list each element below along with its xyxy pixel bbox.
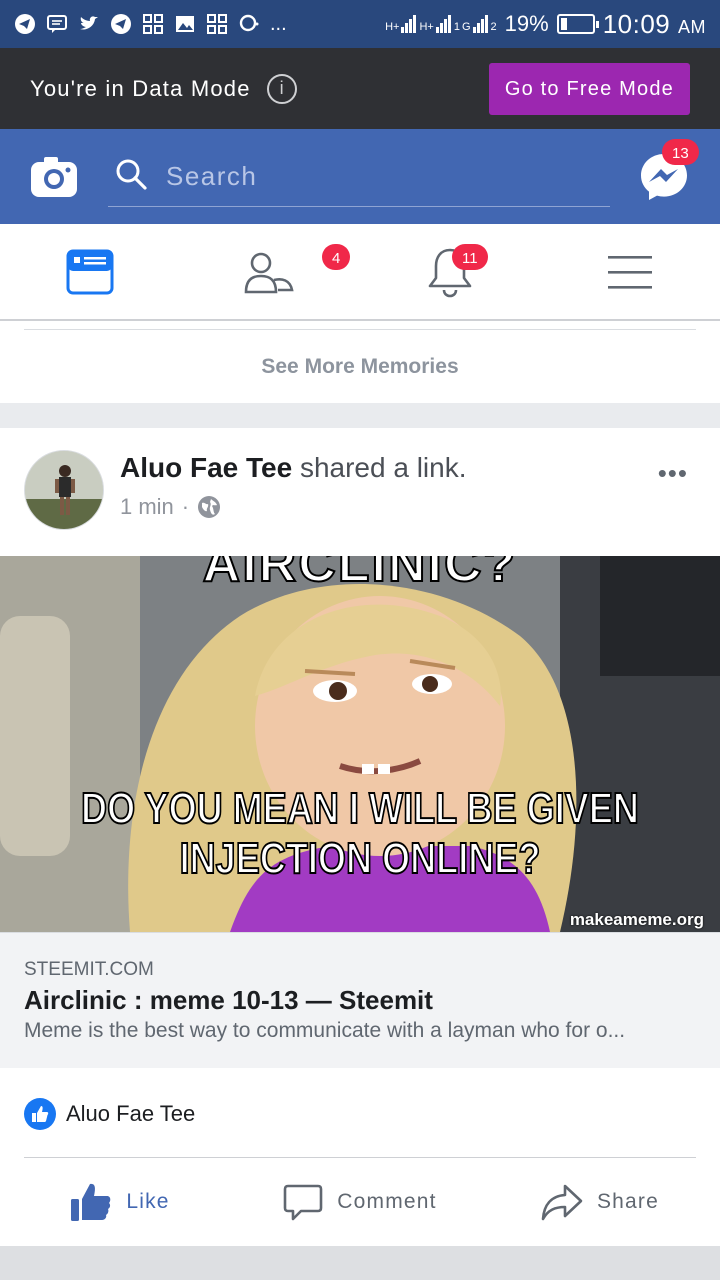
author-name[interactable]: Aluo Fae Tee: [120, 452, 292, 483]
tab-friends[interactable]: 4: [180, 224, 360, 319]
meta-separator: ·: [181, 494, 190, 519]
post-time[interactable]: 1 min: [120, 494, 174, 520]
message-icon: [46, 13, 68, 35]
like-reaction-icon: [24, 1098, 56, 1130]
clock: 10:09 AM: [602, 8, 706, 39]
link-description: Meme is the best way to communicate with…: [24, 1019, 626, 1042]
link-preview[interactable]: STEEMIT.COM Airclinic : meme 10-13 — Ste…: [0, 932, 720, 1068]
thumbs-up-icon: [71, 1183, 111, 1221]
messenger-button[interactable]: 13: [638, 138, 699, 203]
avatar[interactable]: [24, 450, 104, 530]
friends-icon: [244, 252, 294, 293]
notifications-badge: 11: [452, 244, 488, 270]
image-icon: [174, 13, 196, 35]
see-more-memories-link[interactable]: See More Memories: [0, 355, 720, 379]
like-label: Like: [126, 1190, 170, 1213]
info-icon[interactable]: i: [266, 73, 297, 104]
camera-icon[interactable]: [30, 156, 78, 198]
post-options-button[interactable]: •••: [658, 458, 688, 489]
messenger-badge: 13: [662, 138, 699, 165]
meme-bottom-text: DO YOU MEAN I WILL BE GIVEN INJECTION ON…: [65, 783, 655, 884]
data-mode-bar: You're in Data Mode i Go to Free Mode: [0, 48, 720, 129]
link-domain: STEEMIT.COM: [24, 959, 154, 980]
post-action: shared a link.: [292, 452, 467, 483]
meme-top-text: AIRCLINIC?: [202, 556, 518, 594]
top-header: Search 13: [0, 129, 720, 224]
like-button[interactable]: Like: [0, 1168, 240, 1236]
nav-tabs: 4 11: [0, 224, 720, 321]
feed-post: Aluo Fae Tee shared a link. 1 min · •••: [0, 428, 720, 1246]
comment-label: Comment: [337, 1190, 437, 1213]
post-header: Aluo Fae Tee shared a link.: [120, 452, 467, 484]
globe-icon: [198, 496, 221, 518]
link-title: Airclinic : meme 10-13 — Steemit: [24, 985, 433, 1015]
meme-bottom-line-2: INJECTION ONLINE?: [179, 833, 541, 884]
news-feed-icon: [66, 249, 114, 294]
chat-bubble-icon: [238, 13, 260, 35]
post-meta: 1 min ·: [120, 494, 221, 520]
data-mode-message: You're in Data Mode: [30, 75, 251, 101]
search-bar[interactable]: Search: [108, 147, 610, 207]
signal-icon: H+ H+ 1 G 2: [385, 15, 497, 33]
grid-icon: [206, 13, 228, 35]
feed-separator: [0, 1246, 720, 1280]
notification-icons: ...: [14, 13, 287, 36]
post-actions: Like Comment Share: [0, 1168, 720, 1236]
hamburger-menu-icon: [608, 255, 652, 289]
reactions-summary[interactable]: Aluo Fae Tee: [24, 1098, 195, 1130]
comment-icon: [283, 1184, 323, 1221]
share-label: Share: [596, 1190, 660, 1213]
telegram-icon: [14, 13, 36, 35]
tab-notifications[interactable]: 11: [360, 224, 540, 319]
status-bar: ... H+ H+ 1 G 2 19% 10:09 AM: [0, 0, 720, 48]
grid-icon: [142, 13, 164, 35]
system-status: H+ H+ 1 G 2 19% 10:09 AM: [385, 9, 706, 40]
facebook-app-screen: ... H+ H+ 1 G 2 19% 10:09 AM You're in D…: [0, 0, 720, 1280]
divider: [24, 1157, 696, 1158]
friends-badge: 4: [322, 244, 351, 270]
memories-section: See More Memories: [0, 321, 720, 403]
tab-menu[interactable]: [540, 224, 720, 319]
divider: [24, 329, 696, 330]
twitter-icon: [78, 13, 100, 35]
comment-button[interactable]: Comment: [240, 1168, 480, 1236]
search-placeholder: Search: [166, 160, 258, 191]
search-icon: [114, 157, 148, 196]
telegram-icon: [110, 13, 132, 35]
meme-bottom-line-1: DO YOU MEAN I WILL BE GIVEN: [80, 783, 640, 834]
share-button[interactable]: Share: [480, 1168, 720, 1236]
more-notifications: ...: [270, 12, 287, 35]
battery-percent: 19%: [504, 11, 549, 36]
battery-level: [560, 18, 567, 30]
go-to-free-mode-button[interactable]: Go to Free Mode: [488, 62, 690, 115]
battery-icon: [556, 14, 599, 34]
share-icon: [541, 1184, 583, 1221]
liked-by-name: Aluo Fae Tee: [66, 1101, 196, 1126]
meme-image[interactable]: AIRCLINIC? DO YOU MEAN I WILL BE GIVEN I…: [0, 556, 720, 932]
tab-news-feed[interactable]: [0, 224, 180, 319]
meme-watermark: makeameme.org: [569, 910, 704, 929]
